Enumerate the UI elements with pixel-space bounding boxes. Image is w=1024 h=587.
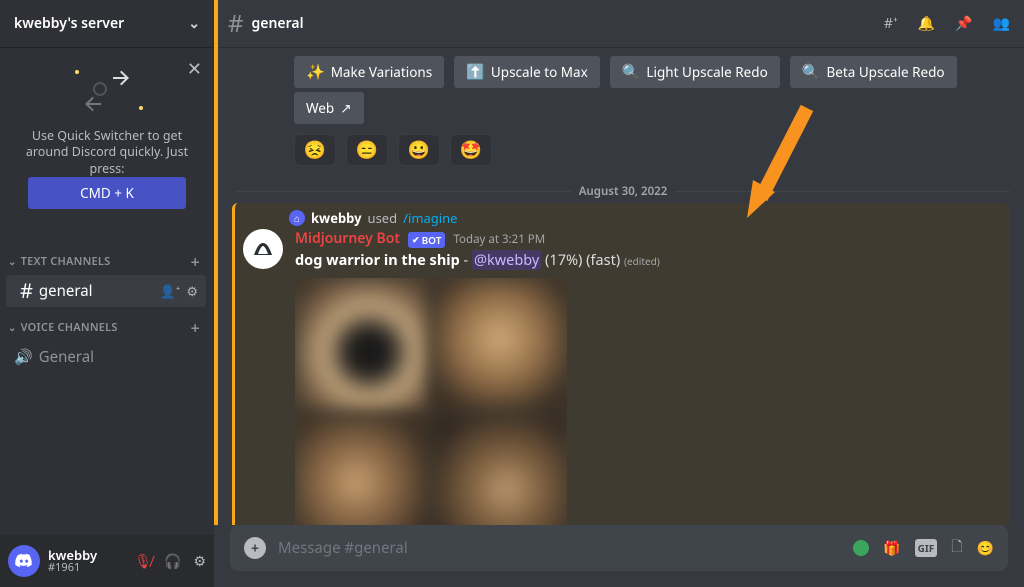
- server-header[interactable]: kwebby's server ⌄: [0, 0, 214, 48]
- members-icon[interactable]: 👥: [993, 14, 1010, 33]
- hash-icon: #: [228, 7, 244, 40]
- upscale-max-button[interactable]: ⬆️Upscale to Max: [454, 56, 600, 88]
- server-name: kwebby's server: [14, 14, 124, 33]
- reactions: 😣 😑 😀 🤩: [222, 128, 1024, 176]
- bot-name[interactable]: Midjourney Bot: [295, 229, 400, 248]
- bot-message: ⌂ kwebby used /imagine Midjourney Bot BO…: [232, 203, 1010, 525]
- input-placeholder: Message #general: [278, 538, 841, 558]
- message-content: dog warrior in the ship - @kwebby (17%) …: [295, 250, 660, 270]
- light-redo-button[interactable]: 🔍Light Upscale Redo: [610, 56, 780, 88]
- reaction[interactable]: 😀: [398, 134, 440, 166]
- emoji-icon[interactable]: 😊: [977, 539, 994, 558]
- add-channel-icon[interactable]: +: [191, 251, 200, 273]
- user-avatar-small: ⌂: [289, 210, 305, 226]
- interaction-header[interactable]: ⌂ kwebby used /imagine: [243, 209, 1002, 227]
- sticker-icon[interactable]: 🗋: [951, 536, 962, 560]
- attach-icon[interactable]: +: [244, 537, 266, 559]
- hash-icon: #: [20, 277, 33, 304]
- messages: ✨Make Variations ⬆️Upscale to Max 🔍Light…: [214, 48, 1024, 525]
- invite-icon[interactable]: 👤⁺: [160, 282, 181, 300]
- gift-icon[interactable]: 🎁: [883, 539, 900, 558]
- bell-icon[interactable]: 🔔: [918, 14, 935, 33]
- make-variations-button[interactable]: ✨Make Variations: [294, 56, 444, 88]
- reaction[interactable]: 😣: [294, 134, 336, 166]
- message-input-bar: + Message #general 🎁 GIF 🗋 😊: [214, 525, 1024, 587]
- channel-general[interactable]: # general 👤⁺⚙: [6, 275, 206, 307]
- gear-icon[interactable]: ⚙: [186, 282, 198, 300]
- quick-switcher-tip: ✕ Use Quick Switcher to get around Disco…: [0, 48, 214, 241]
- chevron-down-icon: ⌄: [188, 14, 200, 33]
- image-grid[interactable]: [295, 278, 567, 525]
- main: # general #⁺ 🔔 📌 👥 ✨Make Variations ⬆️Up…: [214, 0, 1024, 587]
- threads-icon[interactable]: #⁺: [884, 14, 898, 33]
- web-button[interactable]: Web↗: [294, 92, 364, 124]
- user-info[interactable]: kwebby #1961: [48, 548, 97, 574]
- speaker-icon: 🔊: [14, 347, 33, 367]
- avatar[interactable]: [8, 545, 40, 577]
- sidebar: kwebby's server ⌄ ✕ Use Quick Switcher t…: [0, 0, 214, 587]
- bot-tag: BOT: [408, 232, 445, 248]
- message-input[interactable]: + Message #general 🎁 GIF 🗋 😊: [230, 525, 1008, 571]
- close-icon[interactable]: ✕: [187, 58, 202, 81]
- text-channels-header[interactable]: ⌄TEXT CHANNELS +: [0, 241, 214, 275]
- tip-text: Use Quick Switcher to get around Discord…: [14, 128, 200, 177]
- add-voice-icon[interactable]: +: [191, 317, 200, 339]
- nitro-icon[interactable]: [853, 540, 869, 556]
- slash-command[interactable]: /imagine: [403, 209, 457, 227]
- channel-name: general: [252, 14, 304, 33]
- reaction[interactable]: 😑: [346, 134, 388, 166]
- voice-channels-header[interactable]: ⌄VOICE CHANNELS +: [0, 307, 214, 341]
- beta-redo-button[interactable]: 🔍Beta Upscale Redo: [790, 56, 957, 88]
- external-link-icon: ↗: [340, 99, 351, 117]
- reaction[interactable]: 🤩: [450, 134, 492, 166]
- tip-graphic: [67, 66, 147, 116]
- date-divider: August 30, 2022: [236, 184, 1010, 199]
- cmdk-button[interactable]: CMD + K: [28, 177, 186, 209]
- user-mention[interactable]: @kwebby: [472, 250, 541, 270]
- user-panel: kwebby #1961 🎙︎̸ 🎧 ⚙: [0, 535, 214, 587]
- action-buttons: ✨Make Variations ⬆️Upscale to Max 🔍Light…: [222, 48, 1024, 92]
- pin-icon[interactable]: 📌: [955, 14, 972, 33]
- mute-icon[interactable]: 🎙︎̸: [134, 552, 152, 571]
- settings-icon[interactable]: ⚙: [193, 552, 206, 571]
- gif-icon[interactable]: GIF: [915, 539, 938, 557]
- headphones-icon[interactable]: 🎧: [164, 552, 181, 571]
- voice-channel-general[interactable]: 🔊 General: [0, 341, 214, 373]
- timestamp: Today at 3:21 PM: [453, 232, 545, 247]
- channel-header: # general #⁺ 🔔 📌 👥: [214, 0, 1024, 48]
- bot-avatar[interactable]: [243, 229, 283, 269]
